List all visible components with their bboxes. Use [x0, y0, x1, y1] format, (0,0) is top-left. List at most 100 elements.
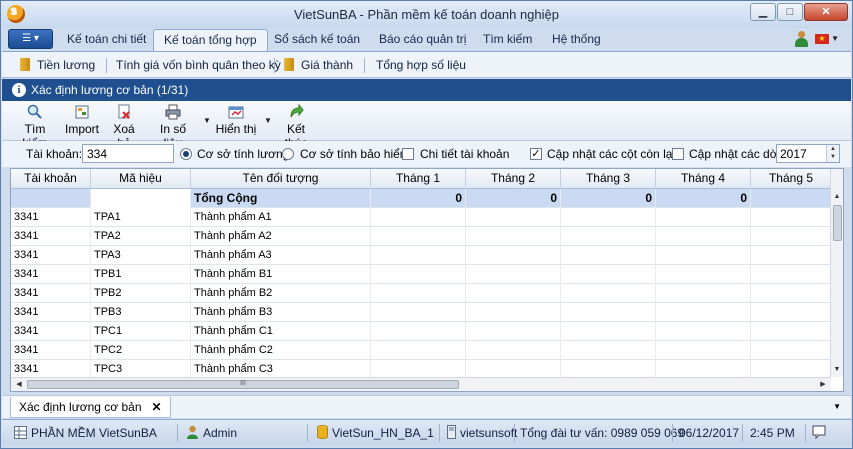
column-header[interactable]: Tháng 1: [371, 169, 466, 189]
vietnam-flag-icon[interactable]: ★: [815, 34, 829, 44]
info-icon: i: [12, 83, 26, 97]
scroll-down-icon[interactable]: ▼: [831, 364, 843, 376]
ribbon-tabs: ☰ ▾ Kế toán chi tiết Kế toán tổng hợp Sổ…: [1, 28, 852, 51]
ribbon-item-gia-thanh[interactable]: Giá thành: [284, 57, 353, 73]
scroll-right-icon[interactable]: ▶: [817, 379, 829, 391]
table-cell: 3341: [11, 227, 91, 246]
status-hotline: Tổng đài tư vấn: 0989 059 069: [520, 426, 685, 440]
tab-ke-toan-tong-hop[interactable]: Kế toán tổng hợp: [153, 29, 268, 51]
minimize-button[interactable]: ▁: [750, 3, 776, 21]
table-row[interactable]: 3341 TPC3 Thành phẩm C3: [11, 360, 831, 377]
column-header[interactable]: Tháng 5: [751, 169, 831, 189]
update-rows-label: Cập nhật các dòng: [689, 147, 790, 161]
ribbon-panel: Tiền lương Tính giá vốn bình quân theo k…: [2, 51, 851, 78]
delete-button[interactable]: Xoá bỏ: [106, 104, 142, 150]
user-icon[interactable]: [794, 31, 808, 47]
table-row[interactable]: 3341 TPA1 Thành phẩm A1: [11, 208, 831, 227]
column-header[interactable]: Tháng 4: [656, 169, 751, 189]
table-cell: Thành phẩm A3: [191, 246, 371, 265]
folder-icon: [20, 58, 30, 71]
scroll-thumb[interactable]: III: [27, 380, 459, 389]
table-row[interactable]: 3341 TPC2 Thành phẩm C2: [11, 341, 831, 360]
search-button[interactable]: Tìm kiếm: [12, 104, 58, 150]
tab-ke-toan-chi-tiet[interactable]: Kế toán chi tiết: [57, 29, 156, 51]
spin-arrows-icon[interactable]: ▲ ▼: [826, 145, 839, 162]
update-remaining-columns-checkbox[interactable]: ✓: [530, 148, 542, 160]
account-label: Tài khoản:: [26, 147, 83, 161]
table-cell: 3341: [11, 284, 91, 303]
table-row[interactable]: 3341 TPC1 Thành phẩm C1: [11, 322, 831, 341]
table-cell: TPA2: [91, 227, 191, 246]
tab-list-chevron-icon[interactable]: ▼: [833, 402, 841, 411]
table-row[interactable]: 3341 TPA3 Thành phẩm A3: [11, 246, 831, 265]
import-button[interactable]: Import: [64, 104, 100, 138]
view-dropdown-icon[interactable]: ▼: [264, 116, 272, 125]
grid-body: Tổng Cộng 0 0 0 0 3341 TPA1 Thành phẩm A…: [11, 189, 831, 377]
server-icon: [447, 425, 456, 439]
tab-he-thong[interactable]: Hệ thống: [542, 29, 611, 51]
close-button[interactable]: ✕: [804, 3, 848, 21]
toolbar: Tìm kiếm Import Xoá bỏ In số liệu ▼ Hiển…: [2, 101, 851, 150]
tab-bao-cao-quan-tri[interactable]: Báo cáo quản trị: [369, 29, 476, 51]
table-cell: TPB2: [91, 284, 191, 303]
app-menu-button[interactable]: ☰ ▾: [8, 29, 53, 49]
table-cell: Thành phẩm C2: [191, 341, 371, 360]
status-server: vietsunsoft: [447, 425, 517, 441]
document-tab-strip: Xác định lương cơ bản ✕ ▼: [2, 395, 851, 418]
ribbon-item-tong-hop-so-lieu[interactable]: Tổng hợp số liệu: [376, 57, 466, 73]
table-cell[interactable]: [91, 189, 191, 208]
scroll-up-icon[interactable]: ▲: [831, 191, 843, 203]
document-tab[interactable]: Xác định lương cơ bản ✕: [10, 397, 171, 418]
table-cell: Thành phẩm B2: [191, 284, 371, 303]
table-row[interactable]: 3341 TPB2 Thành phẩm B2: [11, 284, 831, 303]
scroll-thumb[interactable]: [833, 205, 842, 241]
column-header[interactable]: Tháng 3: [561, 169, 656, 189]
table-row[interactable]: 3341 TPB3 Thành phẩm B3: [11, 303, 831, 322]
status-database: VietSun_HN_BA_1: [317, 425, 434, 441]
column-header[interactable]: Tài khoản: [11, 169, 91, 189]
tab-tim-kiem[interactable]: Tìm kiếm: [473, 29, 542, 51]
table-cell: Thành phẩm B1: [191, 265, 371, 284]
print-button[interactable]: In số liệu: [150, 104, 196, 150]
folder-icon: [284, 58, 294, 71]
close-tab-icon[interactable]: ✕: [152, 400, 162, 414]
table-cell: TPA3: [91, 246, 191, 265]
column-header[interactable]: Mã hiệu: [91, 169, 191, 189]
horizontal-scrollbar[interactable]: ◀ III ▶: [11, 377, 831, 391]
table-row[interactable]: 3341 TPA2 Thành phẩm A2: [11, 227, 831, 246]
column-header[interactable]: Tháng 2: [466, 169, 561, 189]
data-grid: Tài khoản Mã hiệu Tên đối tượng Tháng 1 …: [10, 168, 844, 392]
finish-button[interactable]: Kết thúc: [274, 104, 318, 150]
table-cell: Thành phẩm A1: [191, 208, 371, 227]
ribbon-item-tinh-gia-von[interactable]: Tính giá vốn bình quân theo kỳ: [116, 57, 281, 73]
app-window: S VietSunBA - Phần mềm kế toán doanh ngh…: [0, 0, 853, 449]
delete-icon: [118, 104, 130, 119]
table-cell: TPC2: [91, 341, 191, 360]
account-detail-checkbox[interactable]: [402, 148, 414, 160]
import-icon: [75, 105, 89, 119]
account-input[interactable]: [82, 144, 174, 163]
view-button[interactable]: Hiển thị: [214, 104, 258, 138]
tab-so-sach-ke-toan[interactable]: Sổ sách kế toán: [264, 29, 370, 51]
table-cell: TPA1: [91, 208, 191, 227]
table-cell: 3341: [11, 303, 91, 322]
salary-basis-radio[interactable]: [180, 148, 192, 160]
table-cell: Thành phẩm C1: [191, 322, 371, 341]
table-row[interactable]: 3341 TPB1 Thành phẩm B1: [11, 265, 831, 284]
year-spinner[interactable]: 2017 ▲ ▼: [776, 144, 840, 163]
title-bar: S VietSunBA - Phần mềm kế toán doanh ngh…: [1, 1, 852, 28]
print-dropdown-icon[interactable]: ▼: [203, 116, 211, 125]
table-cell: Tổng Cộng: [191, 189, 371, 208]
user-icon: [187, 425, 198, 439]
ribbon-item-tien-luong[interactable]: Tiền lương: [20, 57, 95, 73]
table-cell: [11, 189, 91, 208]
vertical-scrollbar[interactable]: ▲ ▼: [830, 169, 843, 377]
column-header[interactable]: Tên đối tượng: [191, 169, 371, 189]
scroll-left-icon[interactable]: ◀: [13, 379, 25, 391]
total-row[interactable]: Tổng Cộng 0 0 0 0: [11, 189, 831, 208]
insurance-basis-radio[interactable]: [282, 148, 294, 160]
message-icon[interactable]: [812, 425, 826, 441]
update-rows-checkbox[interactable]: [672, 148, 684, 160]
chevron-down-icon[interactable]: ▼: [831, 34, 839, 43]
maximize-button[interactable]: □: [777, 3, 803, 21]
